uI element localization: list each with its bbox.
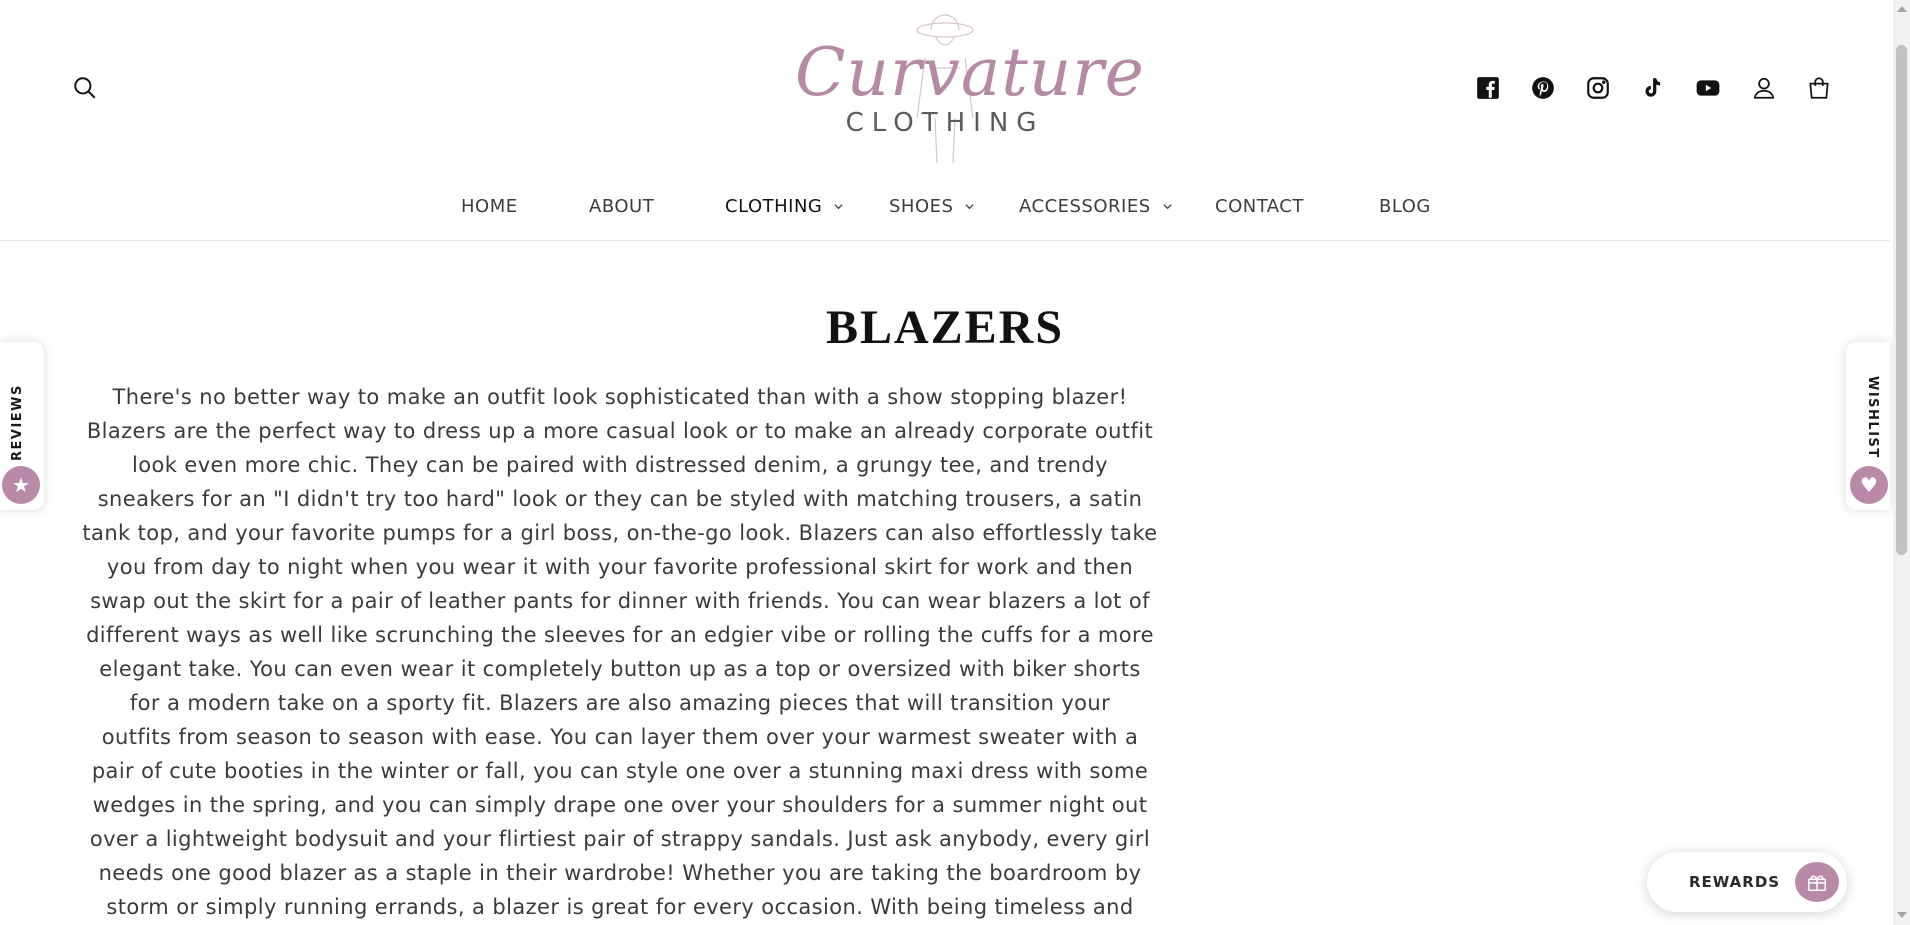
collection-description: There's no better way to make an outfit … [55,380,1185,924]
nav-item-label: HOME [461,196,518,217]
chevron-down-icon [1163,204,1172,210]
nav-item-label: CLOTHING [725,196,823,217]
description-line: for a modern take on a sporty fit. Blaze… [129,691,1111,715]
nav-item-blog[interactable]: BLOG [1379,196,1431,217]
youtube-link[interactable] [1688,68,1728,108]
description-line: tank top, and your favorite pumps for a … [82,521,1158,545]
chevron-down-icon [965,204,974,210]
site-header: Curvature CLOTHING HOME ABOUT CLOTHING S… [0,0,1890,241]
facebook-icon [1477,77,1499,99]
youtube-icon [1696,80,1720,96]
gift-icon [1795,862,1839,902]
heart-icon: ♥ [1850,466,1888,504]
pinterest-link[interactable] [1523,68,1563,108]
main-nav: HOME ABOUT CLOTHING SHOES ACCESSORIES CO… [0,196,1890,226]
scroll-up-arrow[interactable] [1897,6,1907,12]
description-line: different ways as well like scrunching t… [86,623,1154,647]
logo-script-text: Curvature [795,34,1145,111]
nav-item-home[interactable]: HOME [461,196,518,217]
scroll-down-arrow[interactable] [1897,912,1907,918]
site-logo[interactable]: Curvature CLOTHING [795,8,1145,168]
description-line: storm or simply running errands, a blaze… [106,895,1134,919]
description-line: needs one good blazer as a staple in the… [98,861,1142,885]
search-icon [74,77,96,99]
description-line: Blazers are the perfect way to dress up … [86,419,1154,443]
nav-item-label: BLOG [1379,196,1431,217]
instagram-icon [1587,77,1609,99]
description-line: There's no better way to make an outfit … [112,385,1128,409]
page-title: BLAZERS [825,301,1065,354]
pinterest-icon [1532,77,1554,99]
nav-item-label: ACCESSORIES [1019,196,1151,217]
scroll-thumb[interactable] [1896,45,1907,555]
description-line: wedges in the spring, and you can simply… [92,793,1148,817]
nav-item-accessories[interactable]: ACCESSORIES [1019,196,1172,217]
nav-item-label: CONTACT [1215,196,1304,217]
description-line: sneakers for an "I didn't try too hard" … [97,487,1143,511]
search-button[interactable] [65,68,105,108]
wishlist-tab-label: WISHLIST [1865,375,1880,459]
page-scrollbar[interactable] [1893,0,1910,925]
cart-button[interactable] [1799,68,1839,108]
nav-item-label: SHOES [889,196,954,217]
instagram-link[interactable] [1578,68,1618,108]
rewards-label: REWARDS [1689,873,1781,891]
cart-icon [1809,77,1829,99]
logo-sub-text: CLOTHING [845,108,1045,138]
reviews-tab-label: REVIEWS [10,384,25,462]
facebook-link[interactable] [1468,68,1508,108]
nav-item-label: ABOUT [589,196,655,217]
description-line: elegant take. You can even wear it compl… [99,657,1141,681]
nav-item-contact[interactable]: CONTACT [1215,196,1304,217]
description-line: look even more chic. They can be paired … [132,453,1108,477]
tiktok-icon [1645,78,1661,97]
nav-item-about[interactable]: ABOUT [589,196,654,217]
account-button[interactable] [1744,68,1784,108]
chevron-down-icon [834,204,843,210]
star-icon: ★ [2,466,40,504]
description-line: pair of cute booties in the winter or fa… [91,759,1149,783]
account-icon [1753,77,1775,99]
wishlist-tab[interactable]: WISHLIST ♥ [1846,342,1890,510]
description-line: you from day to night when you wear it w… [106,555,1134,579]
nav-item-shoes[interactable]: SHOES [889,196,974,217]
reviews-tab[interactable]: REVIEWS ★ [0,342,44,510]
rewards-button[interactable]: REWARDS [1647,852,1847,912]
nav-item-clothing[interactable]: CLOTHING [725,196,843,217]
description-line: outfits from season to season with ease.… [101,725,1139,749]
tiktok-link[interactable] [1632,68,1672,108]
description-line: swap out the skirt for a pair of leather… [90,589,1150,613]
description-line: over a lightweight bodysuit and your fli… [89,827,1151,851]
